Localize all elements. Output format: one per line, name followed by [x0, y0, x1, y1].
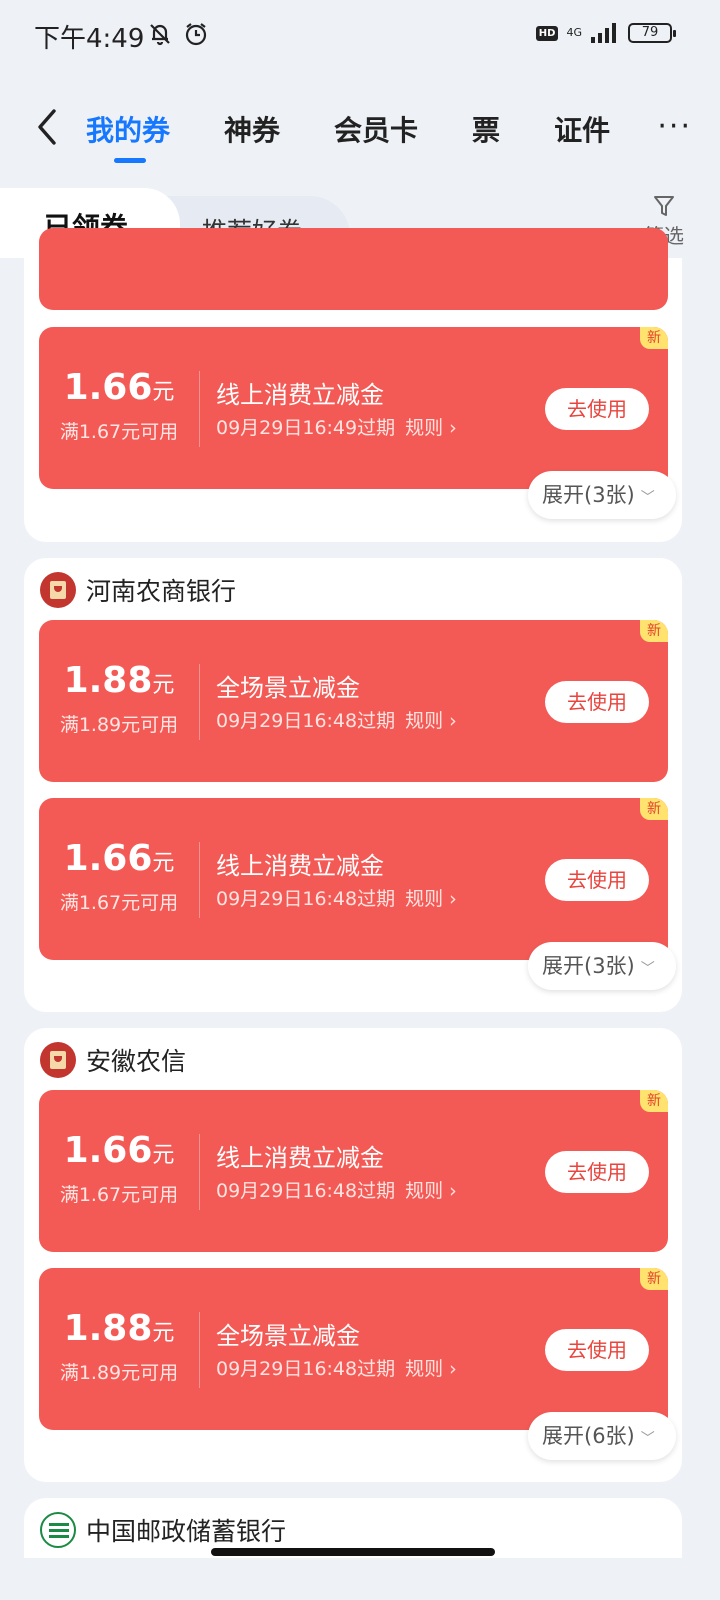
status-time: 下午4:49	[34, 24, 145, 54]
postal-bank-logo-icon	[40, 1512, 76, 1548]
status-bar: 下午4:49 HD 4G 79	[0, 0, 720, 70]
coupon-amount: 1.88元	[63, 1308, 175, 1349]
coupon-name: 全场景立减金	[216, 674, 360, 702]
alarm-clock-icon	[185, 23, 207, 46]
group-header: 中国邮政储蓄银行	[40, 1512, 286, 1548]
tab-tickets[interactable]: 票	[472, 109, 500, 149]
more-icon[interactable]: ···	[657, 109, 692, 144]
top-nav: 我的券 神券 会员卡 票 证件 ···	[0, 95, 720, 165]
tab-member-card[interactable]: 会员卡	[334, 109, 418, 149]
coupon-divider	[199, 842, 200, 918]
coupon-rule-link[interactable]: 规则 ›	[405, 417, 457, 439]
coupon-amount: 1.66元	[63, 367, 175, 408]
coupon-divider	[199, 1312, 200, 1388]
nav-tabs: 我的券 神券 会员卡 票 证件	[86, 109, 664, 163]
mute-bell-icon	[150, 24, 170, 46]
coupon-meta: 09月29日16:48过期 规则 ›	[216, 1354, 457, 1381]
new-badge: 新	[640, 1268, 668, 1290]
coupon-card[interactable]: 1.66元 满1.67元可用 线上消费立减金 09月29日16:48过期 规则 ›…	[39, 1090, 668, 1252]
expand-button[interactable]: 展开(6张) ﹀	[528, 1412, 676, 1460]
coupon-rule-link[interactable]: 规则 ›	[405, 888, 457, 910]
use-button[interactable]: 去使用	[545, 1151, 649, 1193]
coupon-rule-link[interactable]: 规则 ›	[405, 710, 457, 732]
tab-super-coupons[interactable]: 神券	[224, 109, 280, 149]
chevron-down-icon: ﹀	[640, 490, 655, 506]
coupon-name: 全场景立减金	[216, 1322, 360, 1350]
coupon-divider	[199, 1134, 200, 1210]
coupon-amount: 1.66元	[63, 838, 175, 879]
group-header: 安徽农信	[40, 1042, 186, 1078]
coupon-group: 河南农商银行 1.88元 满1.89元可用 全场景立减金 09月29日16:48…	[24, 558, 682, 1012]
coupon-card[interactable]: 1.66元 满1.67元可用 线上消费立减金 09月29日16:48过期 规则 ›…	[39, 798, 668, 960]
use-button[interactable]: 去使用	[545, 1329, 649, 1371]
use-button[interactable]: 去使用	[545, 859, 649, 901]
tab-my-coupons[interactable]: 我的券	[86, 109, 170, 163]
coupon-group: 1.66元 满1.67元可用 线上消费立减金 09月29日16:49过期 规则 ›…	[24, 228, 682, 542]
coupon-card[interactable]: 1.88元 满1.89元可用 全场景立减金 09月29日16:48过期 规则 › …	[39, 1268, 668, 1430]
network-type: 4G	[566, 26, 582, 39]
coupon-expire: 09月29日16:49过期	[216, 417, 396, 439]
status-icons	[146, 20, 210, 48]
expand-button[interactable]: 展开(3张) ﹀	[528, 942, 676, 990]
bank-name: 中国邮政储蓄银行	[86, 1517, 287, 1546]
coupon-card	[39, 228, 668, 310]
coupon-name: 线上消费立减金	[216, 381, 384, 409]
coupon-divider	[199, 664, 200, 740]
new-badge: 新	[640, 620, 668, 642]
hd-badge: HD	[535, 25, 559, 41]
coupon-rule-link[interactable]: 规则 ›	[405, 1358, 457, 1380]
bank-logo-icon	[40, 572, 76, 608]
bank-logo-icon	[40, 1042, 76, 1078]
back-arrow-icon[interactable]	[30, 107, 64, 147]
bank-name: 安徽农信	[86, 1047, 187, 1076]
coupon-meta: 09月29日16:48过期 规则 ›	[216, 884, 457, 911]
coupon-card[interactable]: 1.88元 满1.89元可用 全场景立减金 09月29日16:48过期 规则 › …	[39, 620, 668, 782]
coupon-meta: 09月29日16:48过期 规则 ›	[216, 706, 457, 733]
use-button[interactable]: 去使用	[545, 388, 649, 430]
coupon-condition: 满1.67元可用	[59, 421, 179, 443]
coupon-divider	[199, 371, 200, 447]
coupon-amount: 1.88元	[63, 660, 175, 701]
coupon-expire: 09月29日16:48过期	[216, 710, 396, 732]
coupon-card[interactable]: 1.66元 满1.67元可用 线上消费立减金 09月29日16:49过期 规则 ›…	[39, 327, 668, 489]
use-button[interactable]: 去使用	[545, 681, 649, 723]
coupon-condition: 满1.89元可用	[59, 714, 179, 736]
group-header: 河南农商银行	[40, 572, 236, 608]
coupon-group: 安徽农信 1.66元 满1.67元可用 线上消费立减金 09月29日16:48过…	[24, 1028, 682, 1482]
filter-icon	[654, 196, 674, 216]
new-badge: 新	[640, 798, 668, 820]
chevron-down-icon: ﹀	[640, 1431, 655, 1447]
coupon-condition: 满1.67元可用	[59, 892, 179, 914]
battery-icon: 79	[628, 23, 676, 43]
coupon-rule-link[interactable]: 规则 ›	[405, 1180, 457, 1202]
coupon-expire: 09月29日16:48过期	[216, 888, 396, 910]
coupon-expire: 09月29日16:48过期	[216, 1358, 396, 1380]
coupon-meta: 09月29日16:48过期 规则 ›	[216, 1176, 457, 1203]
tab-documents[interactable]: 证件	[554, 109, 610, 149]
expand-button[interactable]: 展开(3张) ﹀	[528, 471, 676, 519]
coupon-meta: 09月29日16:49过期 规则 ›	[216, 413, 457, 440]
coupon-amount: 1.66元	[63, 1130, 175, 1171]
chevron-down-icon: ﹀	[640, 961, 655, 977]
coupon-condition: 满1.89元可用	[59, 1362, 179, 1384]
coupon-name: 线上消费立减金	[216, 1144, 384, 1172]
new-badge: 新	[640, 327, 668, 349]
new-badge: 新	[640, 1090, 668, 1112]
status-right: HD 4G 79	[535, 22, 676, 44]
signal-icon	[591, 23, 616, 43]
coupon-condition: 满1.67元可用	[59, 1184, 179, 1206]
coupon-name: 线上消费立减金	[216, 852, 384, 880]
home-indicator[interactable]	[211, 1548, 495, 1556]
bank-name: 河南农商银行	[86, 577, 237, 606]
coupon-expire: 09月29日16:48过期	[216, 1180, 396, 1202]
